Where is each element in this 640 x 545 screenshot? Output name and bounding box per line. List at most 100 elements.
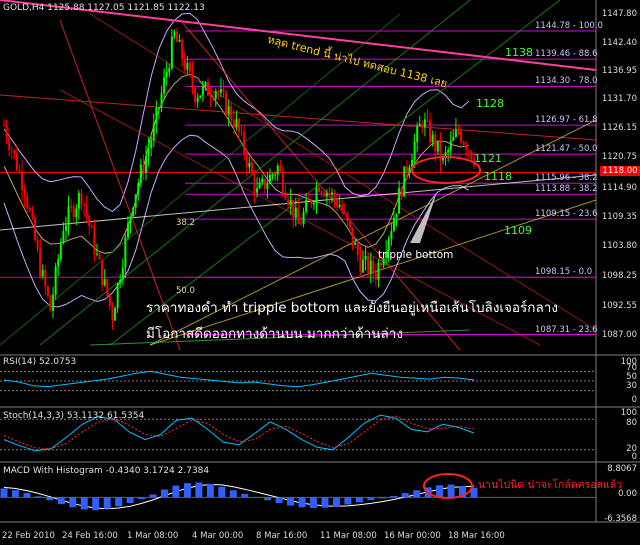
candle-body [299, 223, 302, 225]
candle-body [59, 243, 62, 260]
macd-panel-title: MACD With Histogram -0.4340 3.1724 2.738… [3, 466, 210, 476]
candle-body [281, 171, 284, 193]
candle-body [413, 142, 416, 160]
candle-body [232, 120, 235, 128]
candle-body [111, 305, 114, 321]
candle-body [263, 178, 266, 190]
macd-histogram-bar [23, 493, 31, 498]
candle-body [431, 134, 434, 143]
candle-body [183, 59, 186, 70]
candle-body [470, 151, 473, 160]
candle-body [364, 255, 367, 260]
macd-histogram-bar [92, 497, 100, 511]
candle-body [188, 62, 191, 72]
candle-body [83, 203, 86, 206]
macd-histogram-bar [436, 485, 444, 498]
macd-histogram-bar [115, 497, 123, 507]
candle-body [248, 162, 251, 168]
chart-window[interactable]: GOLD,H4 1125.88 1127.05 1121.85 1122.13 … [0, 0, 640, 545]
candle-body [201, 86, 204, 96]
candle-body [196, 97, 199, 102]
candle-body [256, 188, 259, 193]
macd-histogram-bar [80, 497, 88, 510]
macd-histogram-bar [103, 497, 111, 509]
candle-body [336, 199, 339, 207]
candle-body [168, 68, 171, 72]
candle-body [10, 149, 13, 151]
candle-body [274, 174, 277, 176]
macd-cross-note: นานไปนิด น่าจะโกล์ดครอสแล้ว [478, 479, 623, 491]
candle-body [250, 162, 253, 175]
candle-body [346, 212, 349, 222]
macd-histogram-bar [138, 497, 146, 500]
price-tick: 1098.25 [601, 270, 637, 281]
candle-body [108, 295, 111, 306]
rsi-tick-30: 30 [626, 381, 637, 391]
macd-histogram-bar [218, 486, 226, 498]
fibo-level-label: 1098.15 - 0.0 [535, 267, 593, 278]
level-label: 1121 [474, 152, 502, 165]
candle-body [318, 187, 321, 192]
macd-histogram-bar [34, 496, 42, 498]
candle-body [170, 36, 173, 69]
candle-body [49, 295, 52, 311]
candle-body [294, 207, 297, 218]
macd-histogram-bar [413, 490, 421, 498]
candle-body [54, 266, 57, 295]
macd-histogram-bar [0, 488, 8, 498]
macd-histogram-bar [275, 497, 283, 504]
candle-body [276, 165, 279, 175]
candle-body [147, 148, 150, 156]
candle-body [44, 269, 47, 287]
macd-histogram-bar [378, 497, 386, 499]
date-tick: 18 Mar 16:00 [448, 531, 505, 541]
candle-body [157, 107, 160, 109]
candle-body [36, 240, 39, 249]
candle-body [181, 39, 184, 60]
candle-body [235, 118, 238, 128]
candle-body [403, 166, 406, 197]
candle-body [454, 129, 457, 137]
candle-body [312, 202, 315, 205]
candle-body [126, 223, 129, 238]
date-tick: 4 Mar 00:00 [192, 531, 244, 541]
candle-body [356, 242, 359, 256]
candle-body [230, 106, 233, 121]
fibo-level-label: 1109.15 - 23.6 [535, 209, 598, 220]
date-tick: 8 Mar 16:00 [256, 531, 308, 541]
fibo-level-label: 1144.78 - 100.0 [535, 21, 603, 31]
candle-body [426, 119, 429, 121]
candle-body [258, 182, 261, 189]
rsi-line [3, 370, 475, 388]
candle-body [457, 129, 460, 131]
candle-body [238, 118, 240, 132]
price-tick: 1103.80 [601, 241, 637, 252]
candle-body [67, 206, 70, 226]
fibo-level-label: 1126.97 - 61.8 [535, 115, 598, 126]
macd-histogram-bar [241, 493, 249, 498]
candle-body [199, 95, 202, 98]
level-label: 1138 [505, 46, 533, 59]
candle-body [243, 132, 246, 155]
analysis-note-line1: ราคาทองคำ ทำ tripple bottom และยังยืนอยู… [146, 300, 558, 316]
macd-histogram-bar [310, 497, 318, 509]
macd-histogram-bar [46, 497, 54, 501]
candle-body [271, 174, 274, 176]
price-tick: 1114.90 [601, 182, 637, 193]
candle-body [21, 171, 24, 190]
candle-body [367, 255, 370, 274]
candle-body [374, 272, 377, 280]
candle-body [369, 260, 372, 274]
date-tick: 22 Feb 2010 [2, 531, 55, 541]
macd-histogram-bar [11, 490, 19, 498]
candle-body [90, 225, 93, 228]
macd-histogram-bar [355, 497, 363, 503]
candle-body [219, 89, 222, 93]
candle-body [460, 130, 463, 143]
candle-body [214, 91, 217, 99]
date-tick: 16 Mar 00:00 [384, 531, 441, 541]
candle-body [436, 141, 439, 152]
candle-body [75, 208, 78, 218]
candle-body [155, 107, 158, 125]
candle-body [217, 91, 220, 93]
